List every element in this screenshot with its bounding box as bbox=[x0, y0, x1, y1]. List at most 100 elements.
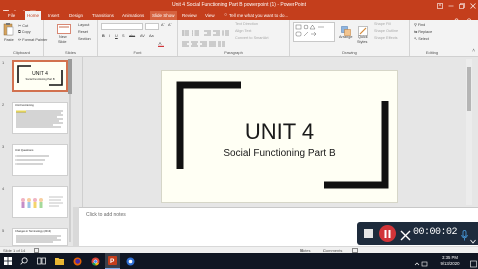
numbering-icon[interactable] bbox=[192, 23, 199, 36]
tell-me-text: Tell me what you want to do... bbox=[229, 13, 289, 18]
recording-timer: 00:00:02 bbox=[413, 227, 458, 238]
windows-taskbar: P 3:35 PM 9/13/2020 bbox=[0, 253, 478, 269]
file-explorer-icon[interactable] bbox=[52, 253, 67, 269]
replace-button[interactable]: ⇆ Replace bbox=[414, 29, 432, 34]
slide-number: 5 bbox=[2, 228, 5, 233]
format-painter-button[interactable]: ✏ Format Painter bbox=[18, 37, 47, 42]
tab-slide-show[interactable]: Slide Show bbox=[150, 11, 177, 20]
arrange-icon[interactable] bbox=[341, 23, 351, 36]
underline-icon[interactable]: U bbox=[115, 34, 118, 38]
decrease-indent-icon[interactable] bbox=[204, 23, 211, 36]
tab-review[interactable]: Review bbox=[180, 11, 199, 20]
font-size-dropdown[interactable] bbox=[145, 23, 159, 30]
align-left-icon[interactable] bbox=[182, 34, 189, 47]
stop-recording-icon[interactable] bbox=[364, 229, 373, 238]
grow-font-icon[interactable]: Aˆ bbox=[161, 23, 165, 27]
ribbon: Paste ✂ Cut ⧉ Copy ✏ Format Painter Clip… bbox=[0, 20, 478, 57]
notes-placeholder[interactable]: Click to add notes bbox=[86, 212, 126, 218]
strikethrough-icon[interactable]: abc bbox=[129, 34, 135, 38]
copy-button[interactable]: ⧉ Copy bbox=[18, 30, 31, 34]
search-icon[interactable] bbox=[16, 253, 31, 269]
tab-design[interactable]: Design bbox=[67, 11, 85, 20]
reset-button[interactable]: Reset bbox=[78, 30, 88, 34]
line-spacing-icon[interactable] bbox=[222, 23, 229, 36]
thumbnail-scroll-thumb[interactable] bbox=[68, 59, 72, 94]
tab-insert[interactable]: Insert bbox=[46, 11, 61, 20]
slide-thumbnail-5[interactable]: Changes in Terminology (2013) bbox=[12, 228, 68, 246]
windows-start-icon[interactable] bbox=[0, 253, 15, 269]
bold-icon[interactable]: B bbox=[102, 34, 105, 38]
shrink-font-icon[interactable]: Aˇ bbox=[168, 23, 172, 27]
recorder-taskbar-icon[interactable] bbox=[123, 253, 138, 269]
shape-outline-button[interactable]: Shape Outline bbox=[374, 29, 398, 33]
taskbar-clock[interactable]: 3:35 PM 9/13/2020 bbox=[432, 255, 468, 266]
tab-view[interactable]: View bbox=[203, 11, 217, 20]
collapse-ribbon-icon[interactable]: ˄ bbox=[472, 48, 475, 54]
paste-icon[interactable] bbox=[3, 22, 14, 36]
slide-thumbnail-1[interactable]: UNIT 4 Social Functioning Part B bbox=[12, 60, 68, 92]
quick-styles-icon[interactable] bbox=[358, 23, 368, 36]
change-case-icon[interactable]: Aa bbox=[149, 34, 154, 38]
shape-effects-button[interactable]: Shape Effects bbox=[374, 36, 398, 40]
editor-scroll-thumb[interactable] bbox=[467, 67, 471, 111]
quick-styles-label-1[interactable]: Quick bbox=[358, 35, 368, 39]
layout-button[interactable]: Layout bbox=[78, 23, 89, 27]
restore-icon[interactable] bbox=[456, 0, 467, 11]
align-center-icon[interactable] bbox=[191, 34, 198, 47]
minimize-icon[interactable] bbox=[445, 0, 456, 11]
close-icon[interactable] bbox=[467, 0, 478, 11]
select-button[interactable]: ↖ Select bbox=[414, 36, 429, 41]
font-name-dropdown[interactable] bbox=[101, 23, 143, 30]
convert-to-smartart-button[interactable]: Convert to SmartArt bbox=[235, 36, 269, 40]
tab-animations[interactable]: Animations bbox=[120, 11, 146, 20]
notification-center-icon[interactable] bbox=[470, 256, 477, 268]
pause-recording-button[interactable] bbox=[379, 225, 396, 242]
slide-thumbnail-3[interactable]: Unit Questions bbox=[12, 144, 68, 176]
microphone-icon[interactable] bbox=[461, 228, 468, 241]
character-spacing-icon[interactable]: AV bbox=[140, 34, 145, 38]
shapes-gallery[interactable] bbox=[293, 22, 335, 42]
lightbulb-icon: ○ bbox=[224, 12, 228, 18]
slide-title[interactable]: UNIT 4 bbox=[162, 119, 397, 145]
tell-me-search[interactable]: ○ Tell me what you want to do... bbox=[222, 11, 290, 20]
task-view-icon[interactable] bbox=[34, 253, 49, 269]
slide-subtitle[interactable]: Social Functioning Part B bbox=[162, 148, 397, 159]
tab-transitions[interactable]: Transitions bbox=[90, 11, 116, 20]
bullets-icon[interactable] bbox=[182, 23, 189, 36]
tab-file[interactable]: File bbox=[6, 11, 17, 20]
arrange-button[interactable]: Arrange bbox=[339, 35, 353, 39]
powerpoint-taskbar-icon[interactable]: P bbox=[105, 253, 120, 269]
new-slide-icon[interactable] bbox=[57, 22, 71, 34]
recorder-menu-icon[interactable] bbox=[470, 231, 476, 244]
slide-thumbnail-4[interactable] bbox=[12, 186, 68, 218]
ribbon-display-options-icon[interactable] bbox=[434, 0, 445, 11]
find-button[interactable]: ⚲ Find bbox=[414, 22, 425, 27]
chrome-icon[interactable] bbox=[88, 253, 103, 269]
new-slide-label-2[interactable]: Slide bbox=[58, 40, 66, 44]
firefox-icon[interactable] bbox=[70, 253, 85, 269]
editing-group: ⚲ Find ⇆ Replace ↖ Select Editing bbox=[410, 20, 454, 56]
editor-scrollbar[interactable] bbox=[466, 59, 472, 205]
slide-thumbnail-2[interactable]: Unit Functioning bbox=[12, 102, 68, 134]
tab-home[interactable]: Home bbox=[25, 11, 42, 20]
italic-icon[interactable]: I bbox=[109, 34, 110, 38]
section-button[interactable]: Section bbox=[78, 37, 91, 41]
justify-icon[interactable] bbox=[209, 34, 216, 47]
current-slide[interactable]: UNIT 4 Social Functioning Part B bbox=[161, 70, 398, 203]
account-icon[interactable] bbox=[453, 12, 460, 25]
quick-styles-label-2[interactable]: Styles bbox=[357, 40, 367, 44]
share-icon[interactable] bbox=[465, 12, 473, 25]
font-color-icon[interactable]: A bbox=[158, 34, 164, 47]
new-slide-label-1[interactable]: New bbox=[59, 35, 67, 39]
cut-button[interactable]: ✂ Cut bbox=[18, 23, 28, 28]
columns-icon[interactable] bbox=[218, 34, 225, 47]
align-right-icon[interactable] bbox=[200, 34, 207, 47]
shape-fill-button[interactable]: Shape Fill bbox=[374, 22, 391, 26]
text-direction-button[interactable]: Text Direction bbox=[235, 22, 258, 26]
align-text-button[interactable]: Align Text bbox=[235, 29, 251, 33]
paste-button[interactable]: Paste bbox=[4, 38, 14, 42]
cut-label: Cut bbox=[22, 24, 29, 28]
cancel-recording-icon[interactable] bbox=[400, 228, 411, 241]
shadow-icon[interactable]: S bbox=[122, 34, 125, 38]
increase-indent-icon[interactable] bbox=[213, 23, 220, 36]
